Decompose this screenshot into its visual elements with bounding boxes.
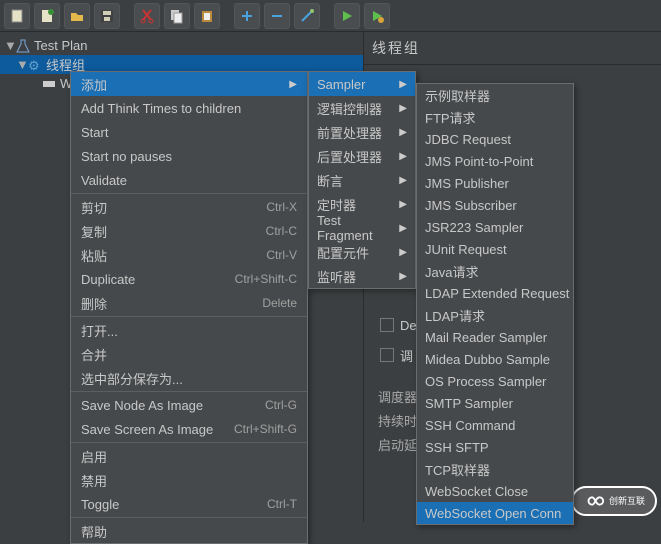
sampler-item[interactable]: JMS Point-to-Point (417, 150, 573, 172)
save-button[interactable] (94, 3, 120, 29)
arrow-right-icon: ▶ (399, 247, 407, 258)
sampler-item[interactable]: LDAP Extended Request (417, 282, 573, 304)
sampler-item[interactable]: JSR223 Sampler (417, 216, 573, 238)
scheduler-label: 调度器 (378, 384, 417, 408)
arrow-right-icon: ▶ (399, 199, 407, 210)
sub-testfrag[interactable]: Test Fragment▶ (309, 216, 415, 240)
sampler-item[interactable]: OS Process Sampler (417, 370, 573, 392)
sampler-item-selected[interactable]: WebSocket Open Conn (417, 502, 573, 524)
sampler-item[interactable]: Midea Dubbo Sample (417, 348, 573, 370)
ctx-save-selection[interactable]: 选中部分保存为... (71, 366, 307, 390)
sub-assert[interactable]: 断言▶ (309, 168, 415, 192)
sub-pre[interactable]: 前置处理器▶ (309, 120, 415, 144)
arrow-right-icon: ▶ (399, 271, 407, 282)
menu-separator (71, 316, 307, 317)
arrow-right-icon: ▶ (399, 223, 407, 234)
sampler-item[interactable]: 示例取样器 (417, 84, 573, 106)
sub-sampler[interactable]: Sampler▶ (309, 72, 415, 96)
ctx-delete[interactable]: 删除Delete (71, 291, 307, 315)
collapse-icon: ▼ (4, 38, 14, 53)
ctx-copy[interactable]: 复制Ctrl-C (71, 219, 307, 243)
sub-logic[interactable]: 逻辑控制器▶ (309, 96, 415, 120)
ctx-start[interactable]: Start (71, 120, 307, 144)
add-submenu: Sampler▶ 逻辑控制器▶ 前置处理器▶ 后置处理器▶ 断言▶ 定时器▶ T… (308, 71, 416, 289)
collapse-icon: ▼ (16, 57, 26, 72)
sampler-item[interactable]: WebSocket Close (417, 480, 573, 502)
run-button[interactable] (334, 3, 360, 29)
sampler-item[interactable]: FTP请求 (417, 106, 573, 128)
sub-config[interactable]: 配置元件▶ (309, 240, 415, 264)
open-button[interactable] (64, 3, 90, 29)
sampler-submenu: 示例取样器 FTP请求 JDBC Request JMS Point-to-Po… (416, 83, 574, 525)
ctx-save-node-img[interactable]: Save Node As ImageCtrl-G (71, 393, 307, 417)
checkbox-icon (380, 318, 394, 332)
ctx-help[interactable]: 帮助 (71, 519, 307, 543)
gear-icon: ⚙ (28, 58, 42, 72)
ctx-toggle[interactable]: ToggleCtrl-T (71, 492, 307, 516)
ctx-merge[interactable]: 合并 (71, 342, 307, 366)
sampler-item[interactable]: TCP取样器 (417, 458, 573, 480)
collapse-button[interactable] (264, 3, 290, 29)
new-button[interactable] (4, 3, 30, 29)
watermark-text: 创新互联 (609, 496, 645, 506)
sub-post[interactable]: 后置处理器▶ (309, 144, 415, 168)
arrow-right-icon: ▶ (289, 79, 297, 90)
watermark: 创新互联 (571, 486, 657, 516)
ctx-cut[interactable]: 剪切Ctrl-X (71, 195, 307, 219)
toolbar (0, 0, 661, 32)
ctx-open[interactable]: 打开... (71, 318, 307, 342)
delay-label: 启动延 (378, 432, 417, 456)
sampler-item[interactable]: LDAP请求 (417, 304, 573, 326)
copy-button[interactable] (164, 3, 190, 29)
menu-separator (71, 391, 307, 392)
sampler-item[interactable]: SSH Command (417, 414, 573, 436)
scheduler-labels: 调度器 持续时 启动延 (378, 384, 417, 456)
sampler-item[interactable]: JMS Subscriber (417, 194, 573, 216)
cut-button[interactable] (134, 3, 160, 29)
sampler-item[interactable]: JDBC Request (417, 128, 573, 150)
flask-icon (16, 39, 30, 53)
wizard-button[interactable] (34, 3, 60, 29)
paste-button[interactable] (194, 3, 220, 29)
sampler-item[interactable]: Java请求 (417, 260, 573, 282)
sampler-item[interactable]: JUnit Request (417, 238, 573, 260)
ctx-paste[interactable]: 粘贴Ctrl-V (71, 243, 307, 267)
ctx-validate[interactable]: Validate (71, 168, 307, 192)
wand-button[interactable] (294, 3, 320, 29)
expand-button[interactable] (234, 3, 260, 29)
context-menu: 添加▶ Add Think Times to children Start St… (70, 71, 308, 544)
tree-root[interactable]: ▼ Test Plan (0, 36, 363, 55)
ctx-disable[interactable]: 禁用 (71, 468, 307, 492)
arrow-right-icon: ▶ (399, 79, 407, 90)
ctx-save-screen-img[interactable]: Save Screen As ImageCtrl+Shift-G (71, 417, 307, 441)
arrow-right-icon: ▶ (399, 127, 407, 138)
arrow-right-icon: ▶ (399, 151, 407, 162)
sampler-item[interactable]: JMS Publisher (417, 172, 573, 194)
duration-label: 持续时 (378, 408, 417, 432)
ctx-start-no-pauses[interactable]: Start no pauses (71, 144, 307, 168)
tree-root-label: Test Plan (34, 38, 87, 53)
sampler-item[interactable]: SMTP Sampler (417, 392, 573, 414)
checkbox-icon (380, 348, 394, 362)
infinity-icon (583, 490, 605, 512)
menu-separator (71, 193, 307, 194)
ctx-enable[interactable]: 启用 (71, 444, 307, 468)
ctx-add[interactable]: 添加▶ (71, 72, 307, 96)
sampler-icon (42, 77, 56, 91)
ctx-duplicate[interactable]: DuplicateCtrl+Shift-C (71, 267, 307, 291)
panel-title: 线程组 (364, 32, 661, 65)
menu-separator (71, 517, 307, 518)
sub-listener[interactable]: 监听器▶ (309, 264, 415, 288)
run-mark-button[interactable] (364, 3, 390, 29)
sampler-item[interactable]: SSH SFTP (417, 436, 573, 458)
arrow-right-icon: ▶ (399, 175, 407, 186)
ctx-add-think[interactable]: Add Think Times to children (71, 96, 307, 120)
sampler-item[interactable]: Mail Reader Sampler (417, 326, 573, 348)
arrow-right-icon: ▶ (399, 103, 407, 114)
menu-separator (71, 442, 307, 443)
